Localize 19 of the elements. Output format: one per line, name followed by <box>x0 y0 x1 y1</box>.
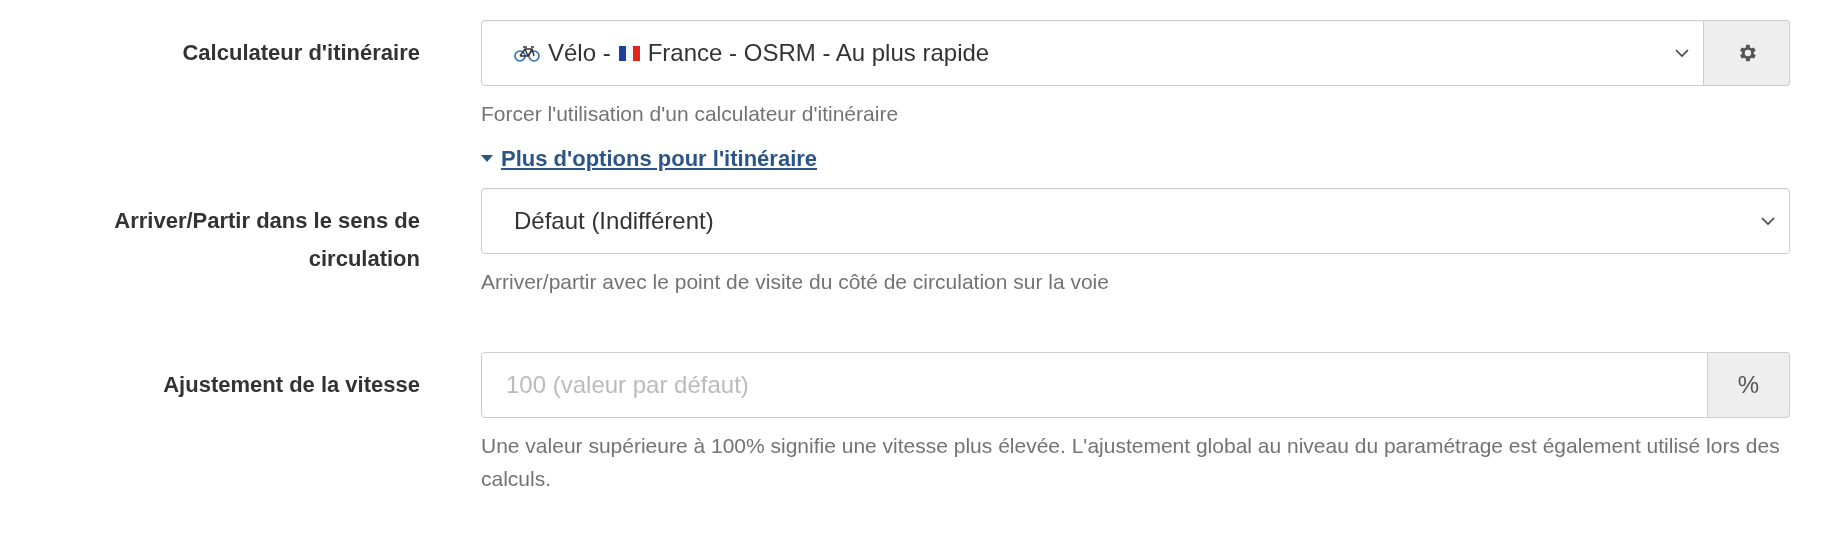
field-label: Calculateur d'itinéraire <box>181 39 420 67</box>
chevron-down-icon <box>1761 216 1775 226</box>
speed-input-field[interactable]: 100 (valeur par défaut) <box>481 352 1708 418</box>
help-text: Une valeur supérieure à 100% signifie une vitesse plus élevée. L'ajustement global au niveau du paramétrage est également utilisé lors des calculs. <box>481 433 1781 492</box>
chevron-down-icon <box>1675 48 1689 58</box>
field-label: Ajustement de la vitesse <box>162 371 420 399</box>
select-value: France - OSRM - Au plus rapide <box>647 39 990 67</box>
flag-icon <box>618 45 640 61</box>
select-value: Défaut (Indifférent) <box>514 207 714 235</box>
more-options-link[interactable]: Plus d'options pour l'itinéraire <box>481 146 818 172</box>
select-value: Vélo - <box>548 39 611 67</box>
bicycle-icon <box>514 44 540 62</box>
help-text: Forcer l'utilisation d'un calculateur d'itinéraire <box>481 101 900 127</box>
percent-addon: % <box>1708 352 1790 418</box>
select-field[interactable]: Défaut (Indifférent) <box>481 188 1790 254</box>
route-calculator-select[interactable]: Vélo - France - OSRM - Au plus rapide <box>481 20 1704 86</box>
help-text: Arriver/partir avec le point de visite du côté de circulation sur la voie <box>481 269 1110 295</box>
settings-button[interactable] <box>1704 20 1790 86</box>
field-label: Arriver/Partir dans le sens de circulation <box>113 207 420 273</box>
